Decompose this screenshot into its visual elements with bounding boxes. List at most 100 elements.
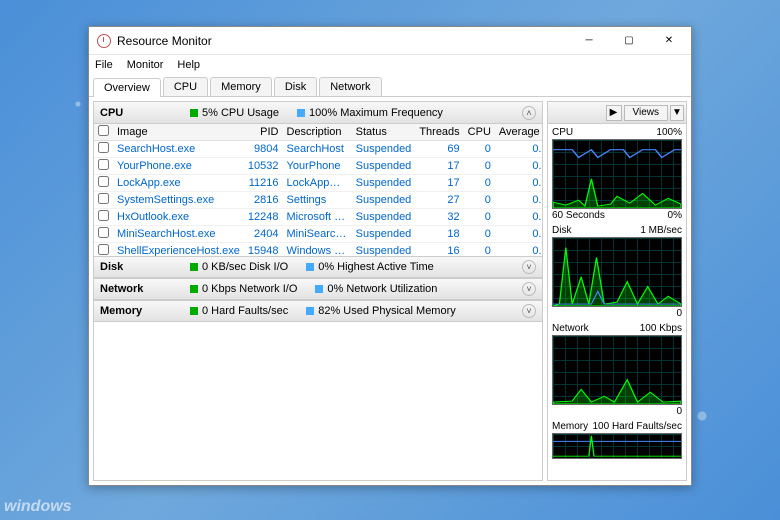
network-graph-max: 100 Kbps [640, 323, 682, 334]
tab-overview[interactable]: Overview [93, 78, 161, 97]
process-table[interactable]: Image PID Description Status Threads CPU… [94, 124, 542, 256]
table-row[interactable]: ShellExperienceHost.exe15948Windows …Sus… [94, 243, 542, 256]
cpu-graph-max: 100% [656, 127, 682, 138]
cell-avg: 0.00 [495, 226, 542, 243]
row-checkbox[interactable] [98, 227, 109, 238]
cell-pid: 2816 [244, 192, 283, 209]
tab-memory[interactable]: Memory [210, 77, 272, 96]
disk-io-icon [190, 263, 198, 271]
collapse-arrow-button[interactable]: ▶ [606, 105, 622, 121]
row-checkbox[interactable] [98, 159, 109, 170]
cell-pid: 11216 [244, 175, 283, 192]
left-pane: CPU 5% CPU Usage 100% Maximum Frequency … [93, 101, 543, 481]
cell-avg: 0.00 [495, 141, 542, 158]
tab-cpu[interactable]: CPU [163, 77, 208, 96]
col-cpu[interactable]: CPU [464, 124, 495, 141]
cell-image: YourPhone.exe [113, 158, 244, 175]
titlebar[interactable]: Resource Monitor ─ ▢ ✕ [89, 27, 691, 55]
memory-graph-title: Memory [552, 421, 588, 432]
views-button[interactable]: Views [624, 105, 669, 121]
cell-cpu: 0 [464, 226, 495, 243]
cell-cpu: 0 [464, 243, 495, 256]
cell-threads: 32 [415, 209, 463, 226]
cell-pid: 9804 [244, 141, 283, 158]
col-pid[interactable]: PID [244, 124, 283, 141]
cell-image: ShellExperienceHost.exe [113, 243, 244, 256]
row-checkbox[interactable] [98, 193, 109, 204]
cell-image: SystemSettings.exe [113, 192, 244, 209]
cell-image: LockApp.exe [113, 175, 244, 192]
tabbar: Overview CPU Memory Disk Network [89, 75, 691, 97]
chevron-down-icon[interactable]: ˅ [522, 304, 536, 318]
cell-threads: 16 [415, 243, 463, 256]
minimize-button[interactable]: ─ [569, 27, 609, 55]
cell-desc: Windows … [283, 243, 352, 256]
close-button[interactable]: ✕ [649, 27, 689, 55]
network-util-icon [315, 285, 323, 293]
network-graph-block: Network100 Kbps 0 [552, 322, 682, 418]
disk-graph [552, 237, 682, 307]
right-pane: ▶ Views ▼ CPU100% 60 Seconds0% Di [547, 101, 687, 481]
cpu-section-header[interactable]: CPU 5% CPU Usage 100% Maximum Frequency … [94, 102, 542, 124]
disk-graph-max: 1 MB/sec [640, 225, 682, 236]
empty-area [94, 322, 542, 480]
disk-active-text: 0% Highest Active Time [318, 261, 434, 273]
col-status[interactable]: Status [352, 124, 416, 141]
cell-image: SearchHost.exe [113, 141, 244, 158]
row-checkbox[interactable] [98, 176, 109, 187]
cell-pid: 2404 [244, 226, 283, 243]
select-all-checkbox[interactable] [98, 125, 109, 136]
row-checkbox[interactable] [98, 210, 109, 221]
table-row[interactable]: SearchHost.exe9804SearchHostSuspended690… [94, 141, 542, 158]
menu-file[interactable]: File [95, 59, 113, 71]
chevron-down-icon[interactable]: ˅ [522, 282, 536, 296]
cell-threads: 17 [415, 175, 463, 192]
col-avg[interactable]: Average … [495, 124, 542, 141]
chevron-down-icon[interactable]: ˅ [522, 260, 536, 274]
cell-desc: LockApp… [283, 175, 352, 192]
cell-status: Suspended [352, 158, 416, 175]
cpu-graph-title: CPU [552, 127, 573, 138]
network-util-text: 0% Network Utilization [327, 283, 437, 295]
disk-section-header[interactable]: Disk 0 KB/sec Disk I/O 0% Highest Active… [94, 256, 542, 278]
tab-disk[interactable]: Disk [274, 77, 317, 96]
cpu-usage-text: 5% CPU Usage [202, 107, 279, 119]
cell-avg: 0.00 [495, 209, 542, 226]
row-checkbox[interactable] [98, 142, 109, 153]
table-row[interactable]: LockApp.exe11216LockApp…Suspended1700.00 [94, 175, 542, 192]
table-row[interactable]: SystemSettings.exe2816SettingsSuspended2… [94, 192, 542, 209]
resource-monitor-window: Resource Monitor ─ ▢ ✕ File Monitor Help… [88, 26, 692, 486]
menu-help[interactable]: Help [177, 59, 200, 71]
chevron-up-icon[interactable]: ˄ [522, 106, 536, 120]
table-row[interactable]: MiniSearchHost.exe2404MiniSearc…Suspende… [94, 226, 542, 243]
menu-monitor[interactable]: Monitor [127, 59, 164, 71]
network-io-icon [190, 285, 198, 293]
watermark: windows [4, 498, 72, 516]
views-toolbar: ▶ Views ▼ [548, 102, 686, 124]
table-row[interactable]: HxOutlook.exe12248Microsoft …Suspended32… [94, 209, 542, 226]
cell-threads: 69 [415, 141, 463, 158]
cell-image: MiniSearchHost.exe [113, 226, 244, 243]
row-checkbox[interactable] [98, 244, 109, 255]
cell-cpu: 0 [464, 175, 495, 192]
disk-title: Disk [100, 261, 190, 273]
maximize-button[interactable]: ▢ [609, 27, 649, 55]
views-dropdown-button[interactable]: ▼ [670, 105, 684, 121]
disk-active-icon [306, 263, 314, 271]
cell-desc: Microsoft … [283, 209, 352, 226]
network-section-header[interactable]: Network 0 Kbps Network I/O 0% Network Ut… [94, 278, 542, 300]
cell-status: Suspended [352, 226, 416, 243]
memory-faults-icon [190, 307, 198, 315]
cell-cpu: 0 [464, 141, 495, 158]
memory-section-header[interactable]: Memory 0 Hard Faults/sec 82% Used Physic… [94, 300, 542, 322]
table-row[interactable]: YourPhone.exe10532YourPhoneSuspended1700… [94, 158, 542, 175]
col-threads[interactable]: Threads [415, 124, 463, 141]
cell-threads: 17 [415, 158, 463, 175]
col-description[interactable]: Description [283, 124, 352, 141]
col-image[interactable]: Image [113, 124, 244, 141]
cpu-freq-text: 100% Maximum Frequency [309, 107, 443, 119]
tab-network[interactable]: Network [319, 77, 381, 96]
cell-pid: 10532 [244, 158, 283, 175]
cell-threads: 27 [415, 192, 463, 209]
cell-desc: Settings [283, 192, 352, 209]
